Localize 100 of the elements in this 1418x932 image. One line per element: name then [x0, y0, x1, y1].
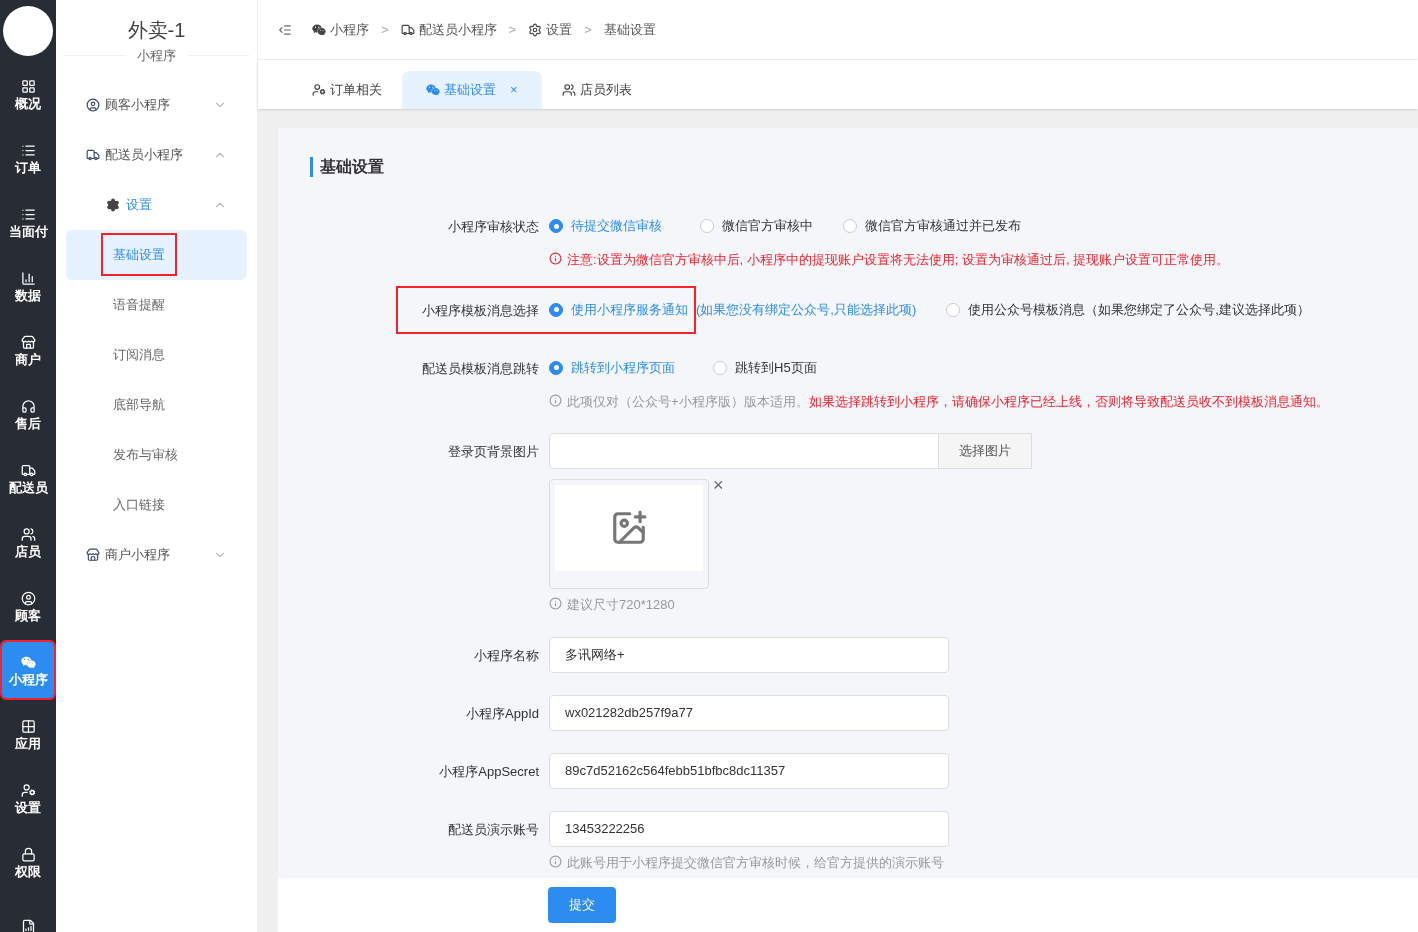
option-hint: (如果您没有绑定公众号,只能选择此项)	[696, 300, 917, 319]
settings-icon	[528, 22, 543, 37]
field-label: 小程序模板消息选择	[422, 302, 539, 318]
radio-option[interactable]: 微信官方审核中	[700, 216, 813, 236]
menu-item-label: 入口链接	[112, 495, 166, 514]
settings-icon	[106, 197, 120, 212]
radio-option[interactable]: 微信官方审核通过并已发布	[843, 216, 1021, 236]
radio[interactable]	[700, 219, 714, 233]
menu-item[interactable]: 发布与审核	[66, 429, 247, 480]
nav-item[interactable]: 商户	[2, 322, 54, 378]
menu-item-label: 基础设置	[103, 234, 175, 275]
avatar	[3, 6, 53, 56]
text-field[interactable]: 多讯网络+	[549, 636, 949, 673]
radio[interactable]	[549, 219, 563, 233]
user-circle-icon	[86, 97, 100, 112]
breadcrumb-item[interactable]: 小程序	[312, 19, 369, 40]
nav-item[interactable]: 设置	[2, 770, 54, 826]
info-icon	[549, 393, 562, 407]
radio-option[interactable]: 跳转到H5页面	[713, 357, 817, 378]
radio-option[interactable]: 使用公众号模板消息（如果您绑定了公众号,建议选择此项）	[946, 299, 1310, 320]
radio[interactable]	[549, 302, 563, 317]
nav-item[interactable]: 顾客	[2, 578, 54, 634]
image-placeholder-icon	[610, 509, 648, 547]
breadcrumb-item[interactable]: 设置	[528, 19, 573, 40]
grid-icon	[20, 78, 36, 94]
menu-item[interactable]: 底部导航	[66, 379, 247, 430]
text-field[interactable]: 89c7d52162c564febb51bfbc8dc11357	[549, 752, 949, 789]
image-path-field[interactable]	[549, 433, 939, 469]
menu-group[interactable]: 配送员小程序	[56, 129, 257, 180]
nav-item[interactable]: 订单	[2, 130, 54, 186]
nav-item[interactable]: 概况	[2, 66, 54, 122]
breadcrumb-separator: >	[584, 20, 592, 39]
field-label: 小程序AppSecret	[439, 763, 539, 779]
nav-item[interactable]: 应用	[2, 706, 54, 762]
truck-icon	[86, 147, 100, 162]
notice-text: 建议尺寸720*1280	[567, 596, 675, 614]
radio[interactable]	[713, 360, 727, 375]
tab[interactable]: 订单相关	[298, 71, 396, 109]
field-label: 小程序审核状态	[448, 219, 539, 234]
menu-group[interactable]: 设置	[56, 179, 257, 230]
field-label: 配送员模板消息跳转	[422, 360, 539, 376]
breadcrumb-item[interactable]: 基础设置	[603, 19, 656, 40]
bar-chart-icon	[20, 270, 36, 286]
headphones-icon	[20, 398, 36, 414]
choose-image-button[interactable]: 选择图片	[939, 433, 1032, 469]
nav-item[interactable]: 配送员	[2, 450, 54, 506]
store-icon	[86, 547, 100, 562]
app-title: 外卖-1	[126, 18, 187, 43]
radio[interactable]	[946, 302, 961, 317]
warning-icon	[549, 252, 562, 265]
field-label: 小程序AppId	[466, 705, 539, 721]
text-field[interactable]: 13453222256	[549, 810, 949, 847]
app-subtitle: 小程序	[136, 47, 177, 65]
menu-item[interactable]: 语音提醒	[66, 279, 247, 330]
report-icon	[20, 918, 36, 932]
user-circle-icon	[20, 590, 36, 606]
field-label: 配送员演示账号	[448, 821, 539, 837]
list-icon	[20, 206, 36, 222]
list-icon	[20, 142, 36, 158]
menu-item-label: 订阅消息	[112, 345, 166, 364]
menu-group[interactable]: 顾客小程序	[56, 79, 257, 130]
section-title: 基础设置	[310, 157, 1418, 177]
radio[interactable]	[549, 360, 563, 375]
menu-item[interactable]: 入口链接	[66, 479, 247, 530]
text-field[interactable]: wx021282db257f9a77	[549, 694, 949, 731]
nav-item[interactable]: 数据	[2, 258, 54, 314]
store-icon	[20, 334, 36, 350]
users-icon	[20, 526, 36, 542]
breadcrumb-item[interactable]: 配送员小程序	[400, 19, 497, 40]
menu-item[interactable]: 订阅消息	[66, 329, 247, 380]
notice-text: 此账号用于小程序提交微信官方审核时候，给官方提供的演示账号	[567, 853, 944, 872]
nav-item[interactable]: 当面付	[2, 194, 54, 250]
info-icon	[549, 597, 562, 610]
field-label: 小程序名称	[474, 647, 539, 663]
user-gear-icon	[312, 83, 326, 97]
chat-icon	[312, 22, 326, 37]
users-icon	[561, 83, 576, 97]
apps-icon	[20, 718, 36, 734]
nav-item[interactable]: 售后	[2, 386, 54, 442]
radio[interactable]	[843, 219, 857, 233]
truck-icon	[20, 462, 36, 478]
menu-group[interactable]: 商户小程序	[56, 529, 257, 580]
nav-item[interactable]: 权限	[2, 834, 54, 890]
truck-icon	[400, 22, 415, 37]
tab[interactable]: 店员列表	[547, 71, 646, 109]
chat-icon	[20, 654, 36, 670]
field-label: 登录页背景图片	[448, 444, 539, 459]
chat-icon	[426, 83, 440, 97]
menu-item-label: 发布与审核	[112, 445, 179, 464]
breadcrumb-separator: >	[508, 20, 517, 39]
settings-icon	[20, 782, 36, 798]
breadcrumb-separator: >	[381, 20, 389, 39]
nav-item[interactable]: 店员	[2, 514, 54, 570]
remove-image-button[interactable]: ×	[713, 476, 724, 494]
menu-item-label: 底部导航	[112, 395, 166, 414]
info-icon	[549, 854, 562, 868]
notice-text: 注意:设置为微信官方审核中后, 小程序中的提现账户设置将无法使用; 设置为审核通过后, 提现账户设置可正常使用。	[567, 251, 1230, 269]
lock-icon	[20, 846, 36, 862]
collapse-menu-icon[interactable]	[278, 22, 292, 37]
notice-text: 此项仅对（公众号+小程序版）版本适用。如果选择跳转到小程序，请确保小程序已经上线，否则将导致配送员收不到模板消息通知。	[567, 392, 1329, 411]
